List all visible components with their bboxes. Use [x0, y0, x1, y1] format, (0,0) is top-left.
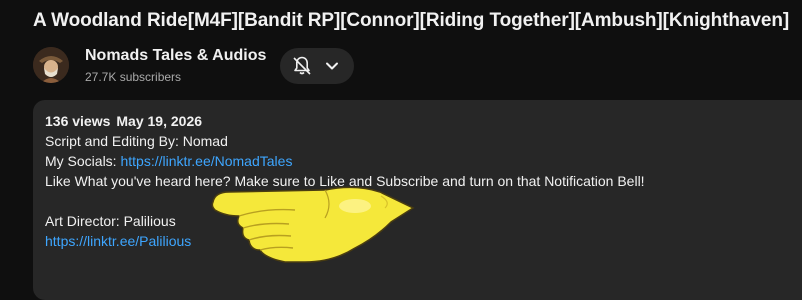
- channel-avatar-icon: [33, 47, 69, 83]
- script-credit: Script and Editing By: Nomad: [45, 133, 228, 149]
- socials-link[interactable]: https://linktr.ee/NomadTales: [120, 153, 292, 169]
- bell-off-icon: [293, 56, 311, 75]
- notification-bell-button[interactable]: [280, 48, 354, 84]
- subscriber-count: 27.7K subscribers: [85, 70, 182, 84]
- socials-label: My Socials:: [45, 153, 121, 169]
- channel-name[interactable]: Nomads Tales & Audios: [85, 47, 266, 65]
- art-link-line: https://linktr.ee/Palilious: [45, 233, 191, 249]
- pointing-hand-cursor-icon: [211, 186, 415, 263]
- channel-avatar[interactable]: [33, 47, 69, 83]
- video-title: A Woodland Ride[M4F][Bandit RP][Connor][…: [33, 10, 790, 31]
- chevron-down-icon: [326, 62, 338, 70]
- art-director-link[interactable]: https://linktr.ee/Palilious: [45, 233, 191, 249]
- video-metadata: 136 views May 19, 2026: [45, 113, 202, 129]
- socials-line: My Socials: https://linktr.ee/NomadTales: [45, 153, 292, 169]
- art-director-credit: Art Director: Palilious: [45, 213, 176, 229]
- upload-date: May 19, 2026: [116, 113, 203, 129]
- view-count: 136 views: [45, 113, 111, 129]
